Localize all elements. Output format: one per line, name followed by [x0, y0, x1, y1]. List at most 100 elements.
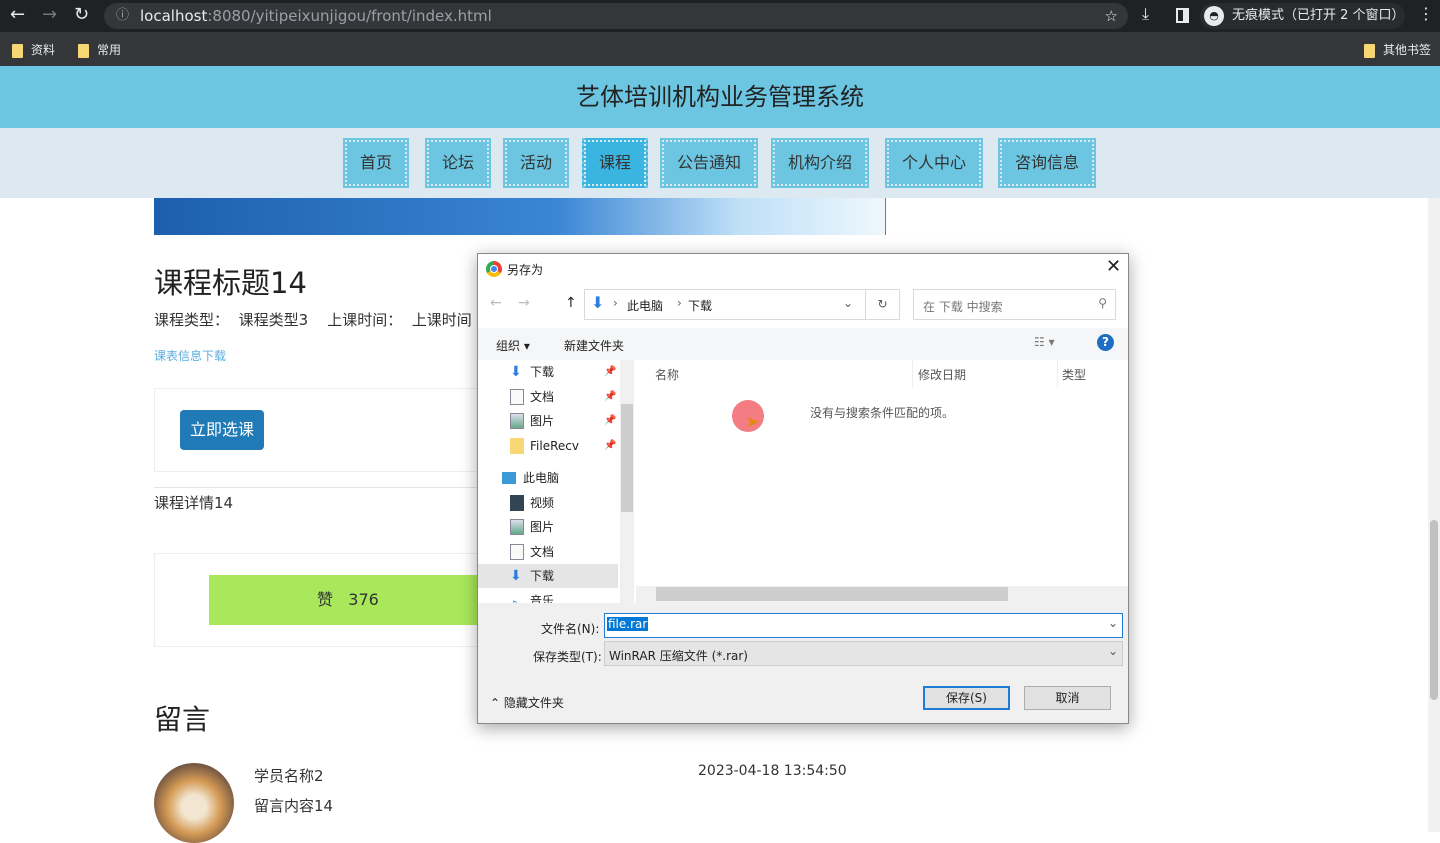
comments-heading: 留言	[154, 703, 211, 736]
forward-icon[interactable]: →	[518, 295, 530, 311]
incognito-label: 无痕模式（已打开 2 个窗口）	[1232, 8, 1405, 23]
url-host: localhost	[140, 7, 208, 25]
nav-quick-downloads[interactable]: ⬇ 下载 📌	[478, 360, 618, 384]
column-type[interactable]: 类型	[1062, 366, 1086, 383]
reload-icon[interactable]: ↻	[74, 4, 89, 25]
site-title: 艺体培训机构业务管理系统	[0, 66, 1440, 128]
star-icon[interactable]: ☆	[1105, 3, 1118, 29]
other-bookmarks[interactable]: 其他书签	[1364, 41, 1431, 58]
refresh-icon[interactable]: ↻	[866, 289, 900, 320]
column-date[interactable]: 修改日期	[918, 366, 966, 383]
search-input[interactable]: 在 下载 中搜索 ⚲	[913, 289, 1116, 320]
chrome-icon	[486, 261, 502, 277]
comment-time: 2023-04-18 13:54:50	[698, 763, 847, 779]
folder-icon	[78, 43, 89, 58]
nav-videos[interactable]: 视频	[478, 491, 618, 515]
main-nav: 首页 论坛 活动 课程 公告通知 机构介绍 个人中心 咨询信息	[0, 128, 1440, 198]
nav-activity[interactable]: 活动	[503, 138, 569, 188]
horizontal-scrollbar[interactable]	[636, 586, 1128, 603]
bookmarks-bar: 资料 常用 其他书签	[0, 32, 1440, 66]
like-label: 赞	[317, 590, 334, 609]
bookmark-folder[interactable]: 资料	[12, 41, 55, 58]
comment-content: 留言内容14	[254, 797, 334, 815]
help-icon[interactable]: ?	[1097, 334, 1114, 351]
hide-folders-toggle[interactable]: ⌃ 隐藏文件夹	[490, 694, 564, 711]
chevron-down-icon[interactable]: ⌄	[843, 296, 853, 310]
download-icon[interactable]: ⤓	[1142, 4, 1149, 24]
column-name[interactable]: 名称	[655, 366, 679, 383]
path-segment[interactable]: 下载	[688, 297, 712, 314]
save-button[interactable]: 保存(S)	[923, 686, 1010, 710]
bookmark-label: 其他书签	[1383, 43, 1432, 57]
path-segment[interactable]: 此电脑	[627, 297, 663, 314]
course-image	[154, 198, 886, 235]
incognito-icon: ◓	[1204, 6, 1224, 26]
comment-author: 学员名称2	[254, 767, 324, 785]
save-as-dialog: 另存为 ✕ ← → ↑ ⬇ 此电脑 › › 下载 ⌄ ↻ 在 下载 中搜索 ⚲ 组织…	[477, 253, 1129, 724]
cursor-icon: ➤	[746, 412, 760, 431]
forward-icon[interactable]: →	[42, 4, 57, 25]
nav-quick-documents[interactable]: 文档 📌	[478, 385, 618, 409]
back-icon[interactable]: ←	[490, 295, 502, 311]
folder-icon	[12, 43, 23, 58]
page-scrollbar[interactable]	[1428, 198, 1440, 832]
filetype-select[interactable]: WinRAR 压缩文件 (*.rar) ⌄	[604, 641, 1123, 666]
sidepanel-icon[interactable]	[1176, 8, 1189, 23]
download-link[interactable]: 课表信息下载	[154, 347, 226, 364]
search-icon: ⚲	[1098, 296, 1107, 310]
nav-quick-pictures[interactable]: 图片 📌	[478, 409, 618, 433]
search-placeholder: 在 下载 中搜索	[923, 300, 1003, 314]
type-value: 课程类型3	[238, 311, 309, 329]
view-options-icon[interactable]: ☷ ▾	[1034, 335, 1055, 349]
avatar	[154, 763, 234, 843]
like-button[interactable]: 赞 376	[209, 575, 509, 625]
nav-quick-filerecv[interactable]: FileRecv 📌	[478, 434, 618, 458]
scrollbar-thumb[interactable]	[1430, 520, 1438, 700]
browser-toolbar: ← → ↻ ⓘ localhost:8080/yitipeixunjigou/f…	[0, 0, 1440, 32]
filename-label: 文件名(N):	[541, 622, 600, 636]
filetype-value: WinRAR 压缩文件 (*.rar)	[609, 649, 748, 663]
back-icon[interactable]: ←	[10, 4, 25, 25]
nav-documents[interactable]: 文档	[478, 540, 618, 564]
address-field[interactable]: ⬇ 此电脑 › › 下载 ⌄	[584, 289, 866, 320]
time-value: 上课时间	[411, 311, 472, 329]
nav-pictures[interactable]: 图片	[478, 515, 618, 539]
menu-icon[interactable]: ⋮	[1418, 4, 1434, 23]
type-label: 课程类型：	[154, 311, 230, 329]
time-label: 上课时间：	[327, 311, 403, 329]
url-path: :8080/yitipeixunjigou/front/index.html	[207, 7, 492, 25]
close-icon[interactable]: ✕	[1106, 256, 1121, 277]
cancel-button[interactable]: 取消	[1024, 686, 1111, 710]
nav-home[interactable]: 首页	[343, 138, 409, 188]
dialog-title: 另存为	[507, 263, 544, 277]
nav-music[interactable]: ♪音乐	[478, 589, 618, 603]
empty-message: 没有与搜索条件匹配的项。	[810, 406, 955, 420]
filename-input[interactable]: file.rar ⌄	[604, 613, 1123, 638]
address-bar[interactable]: ⓘ localhost:8080/yitipeixunjigou/front/i…	[104, 3, 1128, 29]
filetype-label: 保存类型(T):	[533, 650, 602, 664]
course-detail: 课程详情14	[154, 494, 234, 512]
new-folder-button[interactable]: 新建文件夹	[564, 337, 624, 354]
nav-scrollbar[interactable]	[620, 360, 634, 603]
navigation-pane: ⬇ 下载 📌 文档 📌 图片 📌 FileRecv 📌 此电脑 视频 图片 文档 ⬇ 下载 …	[478, 360, 635, 603]
download-folder-icon: ⬇	[591, 293, 605, 312]
nav-consult[interactable]: 咨询信息	[998, 138, 1096, 188]
info-icon: ⓘ	[116, 8, 130, 23]
up-icon[interactable]: ↑	[565, 295, 577, 311]
dialog-footer: 文件名(N): file.rar ⌄ 保存类型(T): WinRAR 压缩文件 (…	[478, 603, 1128, 723]
nav-downloads[interactable]: ⬇ 下载	[478, 564, 618, 588]
nav-notice[interactable]: 公告通知	[660, 138, 758, 188]
incognito-badge[interactable]: ◓ 无痕模式（已打开 2 个窗口）	[1200, 3, 1405, 29]
enroll-button[interactable]: 立即选课	[180, 410, 264, 450]
nav-this-pc[interactable]: 此电脑	[478, 466, 618, 490]
organize-menu[interactable]: 组织 ▾	[496, 337, 530, 354]
dialog-toolbar: 组织 ▾ 新建文件夹 ☷ ▾ ?	[478, 328, 1128, 360]
filename-value: file.rar	[607, 617, 649, 631]
bookmark-folder[interactable]: 常用	[78, 41, 121, 58]
folder-icon	[1364, 43, 1375, 58]
nav-profile[interactable]: 个人中心	[885, 138, 983, 188]
nav-about[interactable]: 机构介绍	[771, 138, 869, 188]
nav-course[interactable]: 课程	[582, 138, 648, 188]
course-meta: 课程类型： 课程类型3 上课时间： 上课时间	[154, 309, 472, 330]
nav-forum[interactable]: 论坛	[425, 138, 491, 188]
